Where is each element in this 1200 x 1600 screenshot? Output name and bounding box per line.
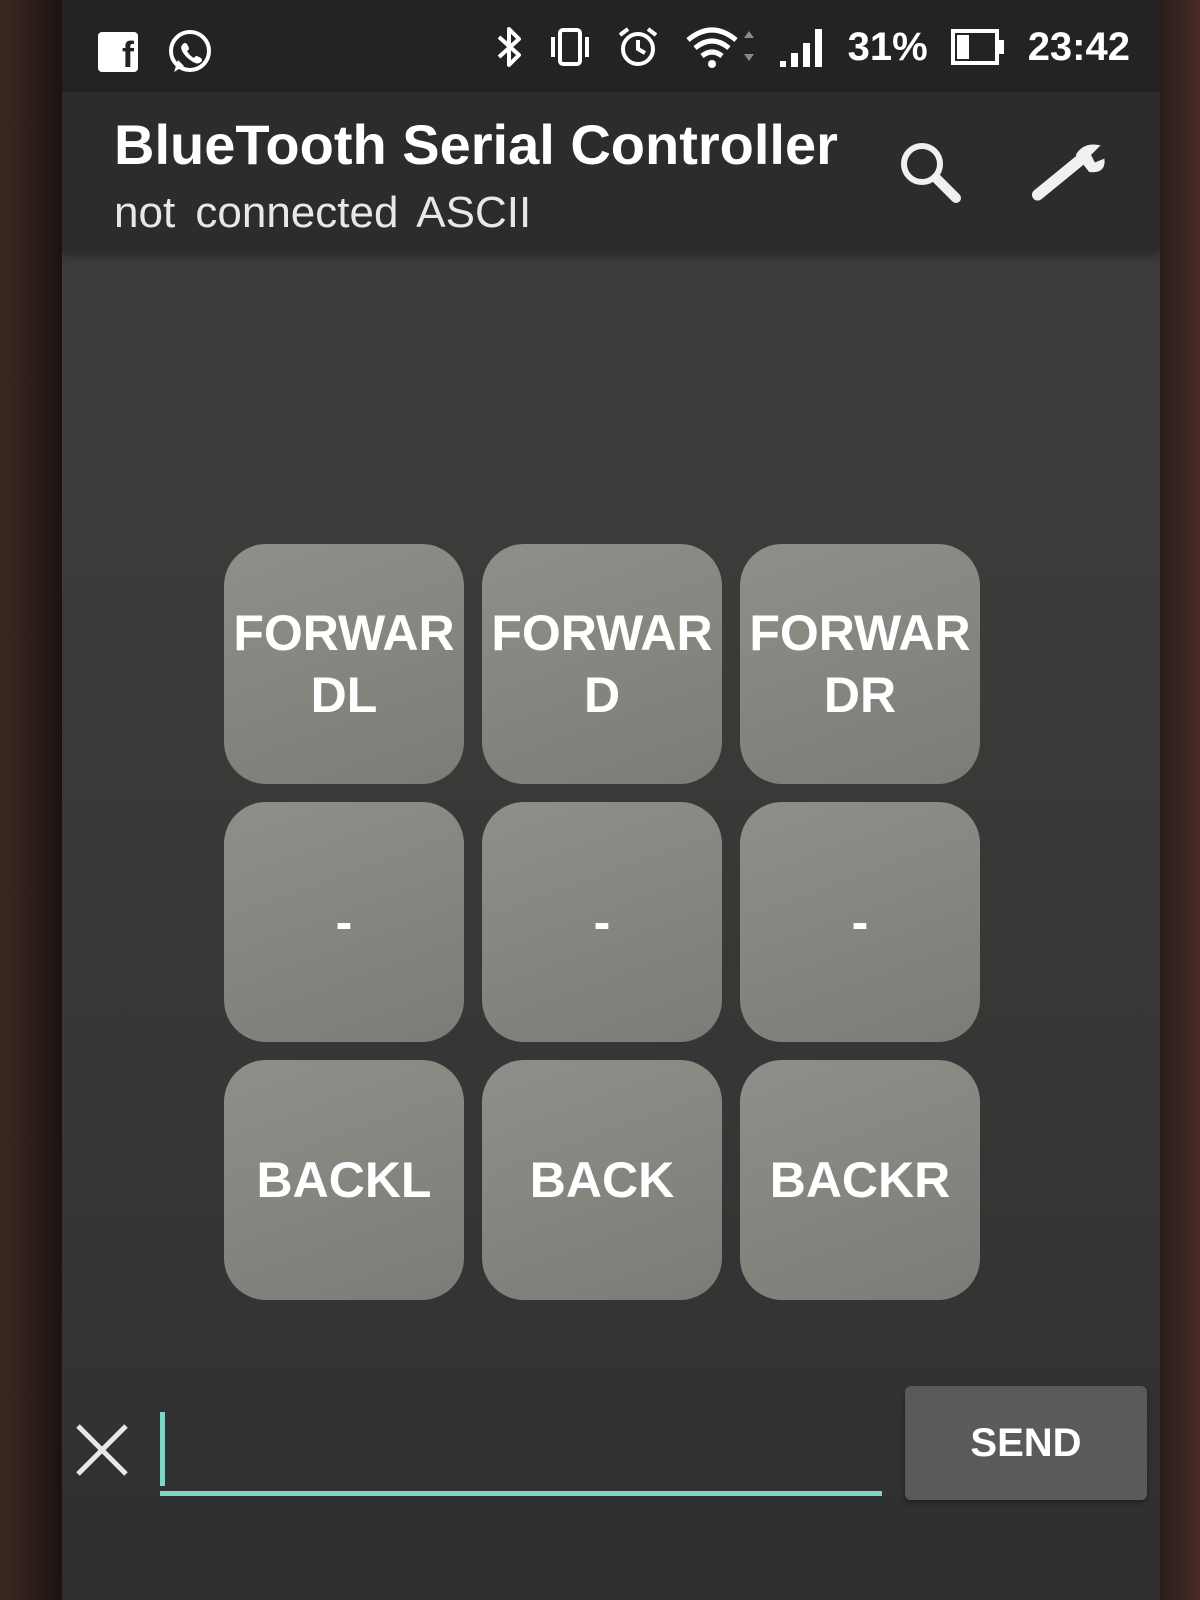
notification-icons: f: [98, 28, 214, 76]
pad-button-forward[interactable]: FORWARD: [482, 544, 722, 784]
pad-button-forwardl[interactable]: FORWARDL: [224, 544, 464, 784]
signal-icon: [779, 29, 822, 67]
send-button[interactable]: SEND: [905, 1386, 1147, 1500]
message-input-container: [160, 1404, 882, 1496]
settings-button[interactable]: [1032, 132, 1112, 212]
wifi-icon: [686, 27, 754, 68]
app-subtitle: not connected ASCII: [114, 188, 531, 238]
system-indicators: 31% 23:42: [494, 24, 1130, 70]
bluetooth-icon: [497, 27, 521, 67]
pad-button-middle-right[interactable]: -: [740, 802, 980, 1042]
mode-label: ASCII: [416, 188, 532, 237]
connection-status: not connected: [114, 188, 399, 237]
status-bar: f 31% 23:42: [62, 0, 1160, 92]
pad-button-middle-center[interactable]: -: [482, 802, 722, 1042]
whatsapp-icon: [169, 30, 211, 72]
pad-button-back[interactable]: BACK: [482, 1060, 722, 1300]
pad-button-middle-left[interactable]: -: [224, 802, 464, 1042]
alarm-icon: [618, 27, 657, 66]
phone-screen: f 31% 23:42 BlueTooth Serial Controller …: [62, 0, 1160, 1600]
facebook-icon: f: [98, 32, 138, 72]
app-bar: BlueTooth Serial Controller not connecte…: [62, 92, 1160, 252]
vibrate-icon: [550, 28, 589, 66]
pad-button-forwardr[interactable]: FORWARDR: [740, 544, 980, 784]
clock: 23:42: [1027, 24, 1130, 69]
wrench-icon: [1032, 144, 1105, 201]
message-input[interactable]: [160, 1412, 866, 1484]
search-button[interactable]: [890, 132, 970, 212]
search-icon: [901, 143, 961, 203]
app-title: BlueTooth Serial Controller: [114, 113, 838, 176]
pad-button-backr[interactable]: BACKR: [740, 1060, 980, 1300]
battery-percent: 31%: [847, 24, 928, 69]
control-pad: FORWARDL FORWARD FORWARDR - - - BACKL BA…: [224, 544, 980, 1310]
close-icon[interactable]: [72, 1420, 132, 1480]
pad-button-backl[interactable]: BACKL: [224, 1060, 464, 1300]
battery-icon: [950, 29, 1004, 65]
